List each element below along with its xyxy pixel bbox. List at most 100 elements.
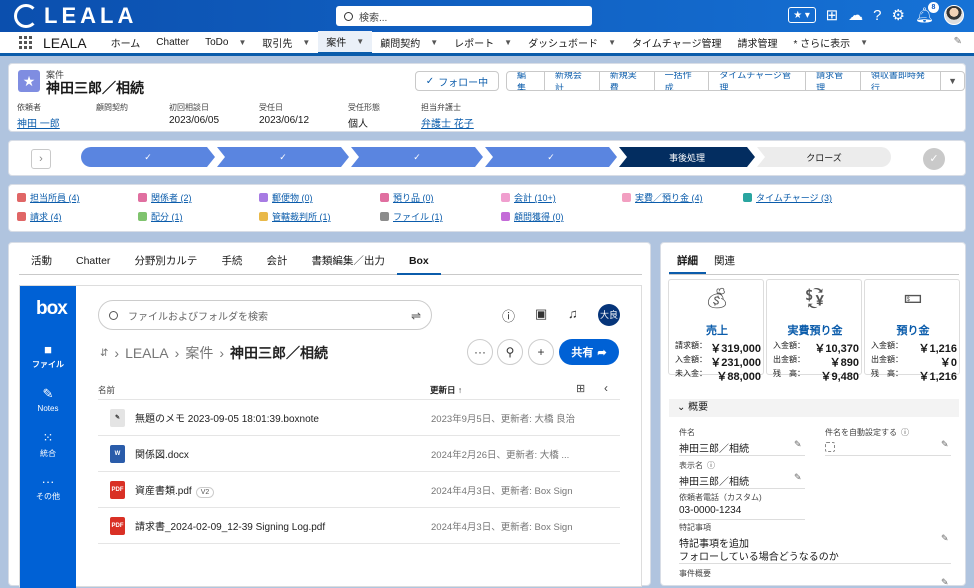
related-object-icon (501, 193, 510, 202)
tab-activity[interactable]: 活動 (19, 251, 64, 275)
mark-complete-button[interactable]: ✓ (923, 148, 945, 170)
path-stage-3[interactable]: ✓ (351, 147, 483, 167)
section-overview[interactable]: ⌄ 概要 (669, 399, 959, 417)
path-stage-1[interactable]: ✓ (81, 147, 215, 167)
nav-accounts[interactable]: 取引先 ▼ (254, 31, 318, 55)
edit-icon[interactable]: ✎ (794, 472, 802, 483)
new-accounting-button[interactable]: 新規会計 (545, 72, 600, 90)
related-link[interactable]: 担当所員 (4) (17, 191, 138, 204)
path-stage-close[interactable]: クローズ (757, 147, 891, 167)
tree-icon[interactable]: ⇵ (100, 348, 108, 359)
file-row[interactable]: ✎ 無題のメモ 2023-09-05 18:01:39.boxnote 2023… (98, 400, 620, 436)
path-stage-2[interactable]: ✓ (217, 147, 349, 167)
nav-chatter[interactable]: Chatter (148, 31, 197, 55)
favorites-button[interactable]: ★ ▾ (787, 7, 816, 23)
app-launcher-icon[interactable] (19, 35, 33, 50)
app-logo[interactable]: LEALA (14, 3, 137, 28)
col-name[interactable]: 名前 (98, 384, 115, 396)
gear-icon[interactable]: ⚙ (892, 6, 905, 24)
trailhead-icon[interactable]: ☁ (848, 6, 863, 24)
link-button[interactable]: ⚲ (497, 339, 523, 365)
box-side-files[interactable]: ■ ファイル (20, 342, 76, 370)
chevron-down-icon[interactable]: ▼ (356, 37, 364, 46)
edit-icon[interactable]: ✎ (794, 439, 802, 450)
receipt-button[interactable]: 領収書即時発行 (861, 72, 942, 90)
related-link[interactable]: 管轄裁判所 (1) (259, 210, 380, 223)
crumb-current: 神田三郎／相続 (230, 345, 328, 361)
nav-dashboards[interactable]: ダッシュボード ▼ (520, 31, 624, 55)
auto-name-checkbox[interactable] (825, 442, 835, 452)
related-link[interactable]: 郵便物 (0) (259, 191, 380, 204)
edit-button[interactable]: 編集 (507, 72, 545, 90)
crumb-leala[interactable]: LEALA (125, 345, 169, 361)
follow-button[interactable]: ✓ フォロー中 (415, 71, 499, 91)
box-user-avatar[interactable]: 大良 (598, 304, 620, 326)
related-link[interactable]: ファイル (1) (380, 210, 501, 223)
billing-button[interactable]: 請求管理 (806, 72, 861, 90)
file-row[interactable]: PDF 資産書類.pdf V2 2024年4月3日、更新者: Box Sign (98, 472, 620, 508)
col-updated[interactable]: 更新日 ↑ (430, 384, 462, 396)
bell-icon[interactable]: ♫ (568, 306, 578, 321)
path-stage-current[interactable]: 事後処理 (619, 147, 755, 167)
tab-related[interactable]: 関連 (706, 251, 743, 274)
chevron-down-icon[interactable]: ▼ (504, 38, 512, 47)
nav-more[interactable]: * さらに表示 ▼ (785, 31, 876, 55)
add-icon[interactable]: ⊞ (826, 6, 839, 24)
box-side-integrations[interactable]: ⁙ 統合 (20, 430, 76, 459)
user-avatar[interactable] (944, 5, 964, 25)
edit-icon[interactable]: ✎ (941, 577, 949, 588)
nav-reports[interactable]: レポート ▼ (446, 31, 520, 55)
nav-home[interactable]: ホーム (103, 31, 149, 55)
tab-accounting[interactable]: 会計 (254, 251, 299, 275)
help-icon[interactable]: ⓘ (502, 306, 515, 325)
new-expense-button[interactable]: 新規実費 (600, 72, 655, 90)
tab-procedure[interactable]: 手続 (209, 251, 254, 275)
chevron-down-icon[interactable]: ▼ (430, 38, 438, 47)
related-link[interactable]: 関係者 (2) (138, 191, 259, 204)
help-icon[interactable]: ? (873, 7, 881, 24)
edit-nav-icon[interactable]: ✎ (954, 36, 962, 47)
tab-details[interactable]: 詳細 (669, 251, 706, 274)
edit-icon[interactable]: ✎ (941, 439, 949, 450)
grid-view-icon[interactable]: ⊞ (576, 382, 585, 395)
path-stage-4[interactable]: ✓ (485, 147, 617, 167)
clipboard-icon[interactable]: ▣ (535, 306, 547, 322)
nav-advisory[interactable]: 顧問契約 ▼ (372, 31, 446, 55)
bulk-create-button[interactable]: 一括作成 (655, 72, 710, 90)
nav-cases[interactable]: 案件 ▼ (318, 30, 373, 55)
nav-billing[interactable]: 請求管理 (729, 31, 785, 55)
box-search-input[interactable]: ファイルおよびフォルダを検索 ⇌ (98, 300, 432, 330)
file-row[interactable]: PDF 請求書_2024-02-09_12-39 Signing Log.pdf… (98, 508, 620, 544)
related-link[interactable]: 請求 (4) (17, 210, 138, 223)
notifications-icon[interactable]: 🔔︎ 8 (915, 2, 939, 24)
timecharge-button[interactable]: タイムチャージ管理 (709, 72, 807, 90)
file-row[interactable]: W 関係図.docx 2024年2月26日、更新者: 大橋 ... (98, 436, 620, 472)
new-button[interactable]: + (528, 339, 554, 365)
related-link[interactable]: タイムチャージ (3) (743, 191, 864, 204)
more-actions-button[interactable]: ▼ (941, 72, 964, 90)
nav-todo[interactable]: ToDo ▼ (197, 31, 254, 55)
chevron-down-icon[interactable]: ▼ (608, 38, 616, 47)
tab-chatter[interactable]: Chatter (64, 251, 122, 275)
crumb-cases[interactable]: 案件 (185, 343, 213, 363)
collapse-icon[interactable]: ‹ (604, 381, 608, 395)
path-toggle-button[interactable]: › (31, 149, 51, 169)
box-side-notes[interactable]: ✎ Notes (20, 386, 76, 413)
related-link[interactable]: 会計 (10+) (501, 191, 622, 204)
edit-icon[interactable]: ✎ (941, 533, 949, 544)
tab-chart[interactable]: 分野別カルテ (122, 251, 209, 275)
tab-documents[interactable]: 書類編集／出力 (299, 251, 397, 275)
more-options-button[interactable]: ··· (467, 339, 493, 365)
filter-icon[interactable]: ⇌ (411, 309, 421, 323)
nav-timecharge[interactable]: タイムチャージ管理 (624, 31, 730, 55)
related-link[interactable]: 配分 (1) (138, 210, 259, 223)
share-button[interactable]: 共有 ➦ (559, 339, 619, 365)
global-search[interactable]: 検索... (336, 6, 592, 26)
box-side-more[interactable]: ··· その他 (20, 474, 76, 502)
related-link[interactable]: 預り品 (0) (380, 191, 501, 204)
tab-box[interactable]: Box (396, 251, 441, 275)
related-link[interactable]: 顧問獲得 (0) (501, 210, 622, 223)
chevron-down-icon[interactable]: ▼ (238, 38, 246, 47)
chevron-down-icon[interactable]: ▼ (302, 38, 310, 47)
related-link[interactable]: 実費／預り金 (4) (622, 191, 743, 204)
